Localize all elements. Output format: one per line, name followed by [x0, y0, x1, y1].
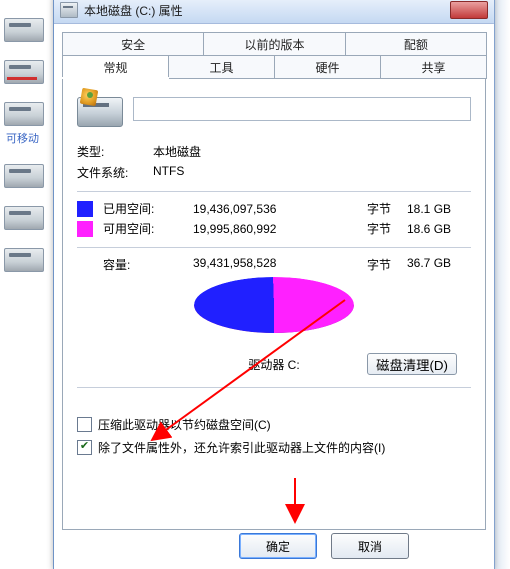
- tab-sharing[interactable]: 共享: [380, 55, 487, 79]
- index-checkbox[interactable]: [77, 440, 92, 455]
- drive-letter-label: 驱动器 C:: [248, 356, 299, 373]
- tab-label: 以前的版本: [244, 36, 304, 53]
- divider: [77, 191, 471, 192]
- compress-checkbox[interactable]: [77, 417, 92, 432]
- tab-label: 共享: [421, 59, 445, 76]
- cancel-button[interactable]: 取消: [331, 533, 409, 559]
- compress-label: 压缩此驱动器以节约磁盘空间(C): [98, 416, 271, 433]
- drive-icon: [4, 60, 44, 84]
- capacity-row: 容量: 39,431,958,528 字节 36.7 GB: [103, 256, 471, 273]
- drive-icon: [4, 18, 44, 42]
- window-title: 本地磁盘 (C:) 属性: [84, 2, 450, 19]
- tab-label: 常规: [103, 59, 127, 76]
- usage-pie-chart: [77, 277, 471, 345]
- button-label: 取消: [358, 538, 382, 555]
- type-value: 本地磁盘: [153, 143, 201, 160]
- capacity-unit: 字节: [367, 256, 407, 273]
- close-button[interactable]: [450, 1, 488, 19]
- tab-tools[interactable]: 工具: [168, 55, 275, 79]
- drive-icon: [4, 248, 44, 272]
- drive-icon: [60, 2, 78, 18]
- sidebar-label: 可移动: [6, 130, 55, 146]
- tab-general[interactable]: 常规: [62, 55, 169, 79]
- used-swatch: [77, 201, 93, 217]
- titlebar[interactable]: 本地磁盘 (C:) 属性: [54, 0, 494, 24]
- used-unit: 字节: [367, 200, 407, 217]
- tab-quota[interactable]: 配额: [345, 32, 487, 56]
- free-label: 可用空间:: [103, 220, 193, 237]
- filesystem-label: 文件系统:: [77, 164, 153, 181]
- drive-icon: [4, 164, 44, 188]
- divider: [77, 247, 471, 248]
- drive-icon: [4, 102, 44, 126]
- free-bytes: 19,995,860,992: [193, 222, 367, 236]
- capacity-label: 容量:: [103, 256, 193, 273]
- divider: [77, 387, 471, 388]
- free-space-row: 可用空间: 19,995,860,992 字节 18.6 GB: [77, 220, 471, 237]
- properties-dialog: 本地磁盘 (C:) 属性 安全 以前的版本 配额 常规 工具 硬件 共享 类型:…: [53, 0, 495, 569]
- tab-label: 配额: [404, 36, 428, 53]
- disk-cleanup-button[interactable]: 磁盘清理(D): [367, 353, 457, 375]
- ok-button[interactable]: 确定: [239, 533, 317, 559]
- button-label: 磁盘清理(D): [376, 358, 448, 373]
- index-label: 除了文件属性外，还允许索引此驱动器上文件的内容(I): [98, 439, 385, 456]
- button-label: 确定: [266, 538, 290, 555]
- filesystem-value: NTFS: [153, 164, 184, 181]
- used-gb: 18.1 GB: [407, 202, 451, 216]
- free-gb: 18.6 GB: [407, 222, 451, 236]
- tab-security[interactable]: 安全: [62, 32, 204, 56]
- free-swatch: [77, 221, 93, 237]
- used-label: 已用空间:: [103, 200, 193, 217]
- tab-label: 硬件: [315, 59, 339, 76]
- dialog-button-row: 确定 取消: [54, 533, 494, 559]
- tab-label: 安全: [121, 36, 145, 53]
- tab-hardware[interactable]: 硬件: [274, 55, 381, 79]
- used-bytes: 19,436,097,536: [193, 202, 367, 216]
- capacity-bytes: 39,431,958,528: [193, 256, 367, 273]
- used-space-row: 已用空间: 19,436,097,536 字节 18.1 GB: [77, 200, 471, 217]
- tab-label: 工具: [209, 59, 233, 76]
- drive-label-input[interactable]: [133, 97, 471, 121]
- capacity-gb: 36.7 GB: [407, 256, 451, 273]
- free-unit: 字节: [367, 220, 407, 237]
- type-label: 类型:: [77, 143, 153, 160]
- tab-previous-versions[interactable]: 以前的版本: [203, 32, 345, 56]
- explorer-background: 可移动: [0, 0, 56, 569]
- crop-fade: [492, 0, 510, 569]
- general-tab-pane: 类型: 本地磁盘 文件系统: NTFS 已用空间: 19,436,097,536…: [62, 78, 486, 530]
- drive-icon: [4, 206, 44, 230]
- drive-large-icon: [77, 89, 121, 129]
